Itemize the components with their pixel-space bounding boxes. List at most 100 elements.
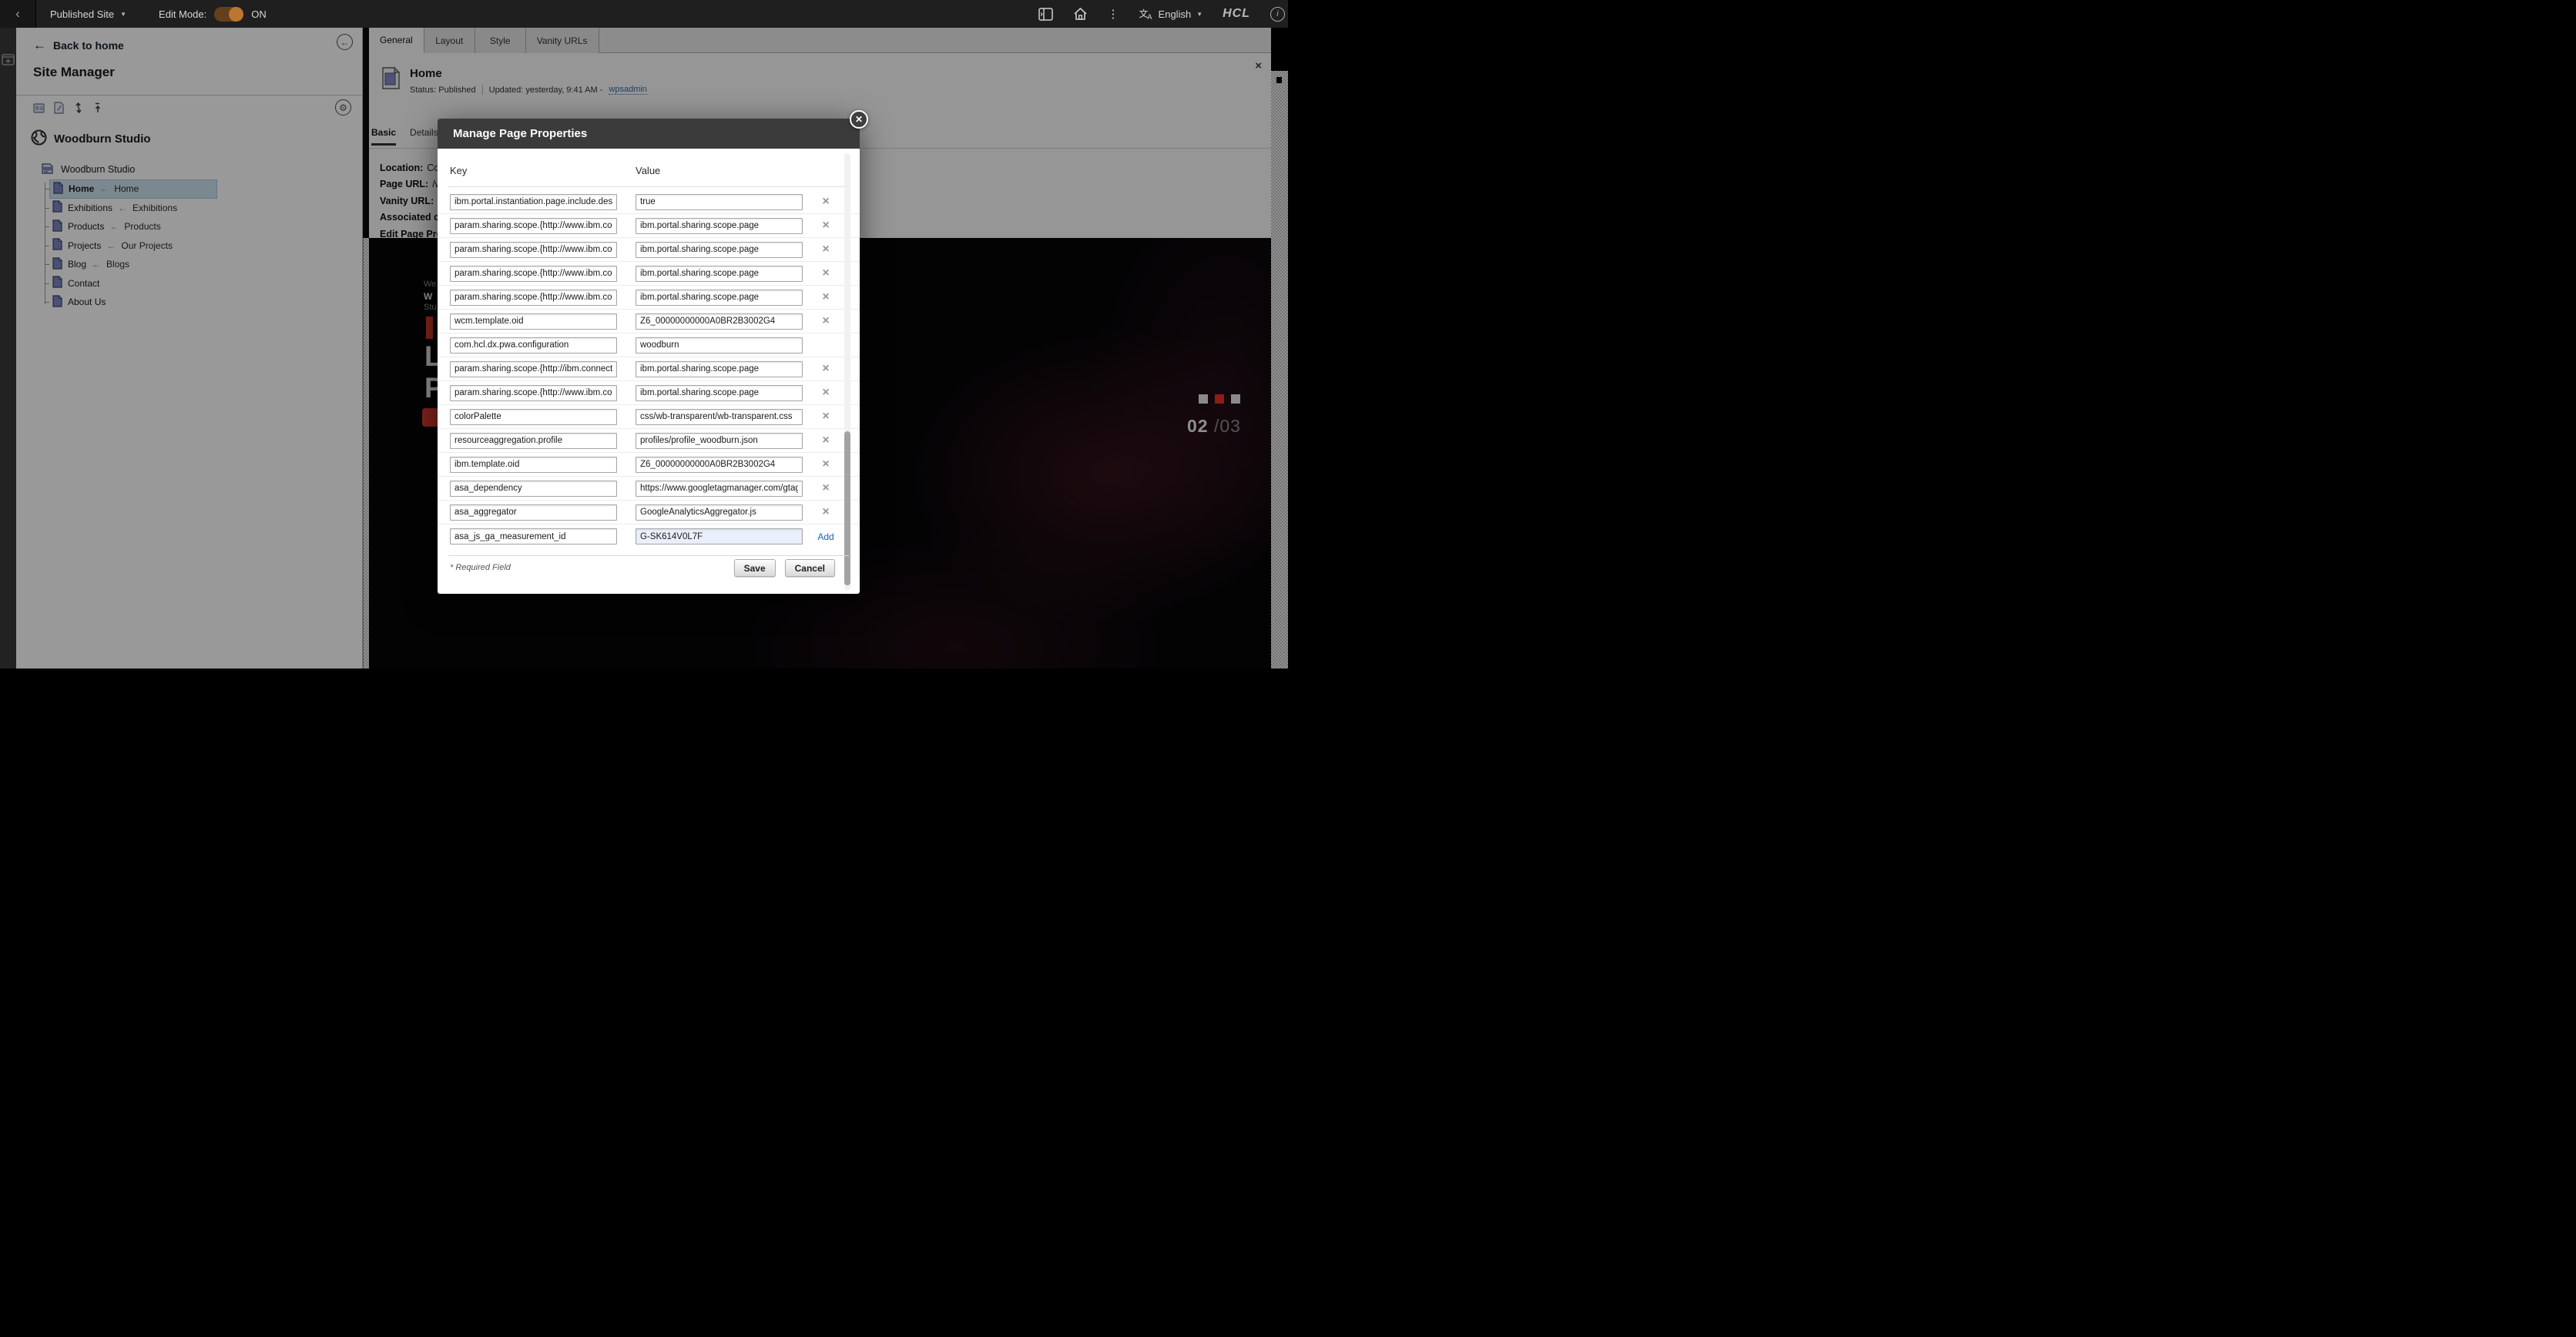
value-column-header: Value	[636, 165, 660, 176]
remove-row-icon[interactable]: ×	[822, 386, 829, 399]
remove-row-icon[interactable]: ×	[822, 290, 829, 303]
remove-row-icon[interactable]: ×	[822, 434, 829, 447]
value-input[interactable]	[636, 481, 803, 497]
key-input[interactable]	[450, 385, 617, 401]
remove-row-icon[interactable]: ×	[822, 505, 829, 518]
value-input[interactable]	[636, 361, 803, 377]
top-bar-right: ⋮ 文A English ▼ HCL i	[1038, 7, 1288, 22]
row-action: ×	[803, 505, 849, 519]
key-column-header: Key	[450, 165, 636, 176]
edit-mode-toggle[interactable]	[214, 7, 243, 22]
top-bar: ‹ Published Site ▼ Edit Mode: ON ⋮ 文A En…	[0, 0, 1288, 28]
column-headers: Key Value	[450, 165, 844, 176]
value-input[interactable]	[636, 409, 803, 425]
row-action: ×	[803, 219, 849, 233]
row-action: ×	[803, 314, 849, 328]
dialog-scrollbar-thumb[interactable]	[844, 431, 850, 585]
dialog-buttons: Save Cancel	[734, 559, 835, 577]
value-input[interactable]	[636, 290, 803, 306]
row-action: ×	[803, 410, 849, 424]
home-icon[interactable]	[1073, 7, 1088, 21]
remove-row-icon[interactable]: ×	[822, 266, 829, 280]
value-input[interactable]	[636, 337, 803, 354]
key-input[interactable]	[450, 457, 617, 473]
cancel-button[interactable]: Cancel	[785, 559, 835, 577]
remove-row-icon[interactable]: ×	[822, 481, 829, 494]
kv-row: ×	[438, 357, 860, 381]
kv-row: ×	[438, 262, 860, 286]
row-action: Add	[803, 530, 849, 544]
kv-row: ×	[438, 214, 860, 238]
chevron-down-icon: ▼	[1196, 11, 1202, 18]
row-action: ×	[803, 362, 849, 376]
remove-row-icon[interactable]: ×	[822, 410, 829, 423]
kebab-menu-icon[interactable]: ⋮	[1108, 7, 1119, 21]
value-input[interactable]	[636, 504, 803, 521]
value-input[interactable]	[636, 433, 803, 449]
key-input[interactable]	[450, 481, 617, 497]
value-input[interactable]	[636, 385, 803, 401]
key-input[interactable]	[450, 218, 617, 234]
kv-row: ×	[438, 453, 860, 477]
kv-row	[438, 333, 860, 357]
hcl-logo: HCL	[1223, 7, 1250, 21]
close-icon: ✕	[855, 114, 863, 125]
value-input[interactable]	[636, 457, 803, 473]
remove-row-icon[interactable]: ×	[822, 195, 829, 208]
info-icon[interactable]: i	[1270, 7, 1285, 22]
key-input[interactable]	[450, 194, 617, 210]
chevron-left-icon: ‹	[15, 6, 20, 22]
key-input[interactable]	[450, 290, 617, 306]
key-input[interactable]	[450, 504, 617, 521]
kv-row: ×	[438, 310, 860, 333]
key-input[interactable]	[450, 528, 617, 545]
value-input[interactable]	[636, 528, 803, 545]
value-input[interactable]	[636, 242, 803, 258]
key-input[interactable]	[450, 242, 617, 258]
row-action: ×	[803, 386, 849, 400]
add-row-link[interactable]: Add	[817, 531, 834, 542]
key-input[interactable]	[450, 361, 617, 377]
edit-mode-label: Edit Mode:	[159, 8, 206, 20]
kv-row: ×	[438, 238, 860, 262]
value-input[interactable]	[636, 313, 803, 330]
remove-row-icon[interactable]: ×	[822, 314, 829, 327]
kv-row: ×	[438, 190, 860, 214]
remove-row-icon[interactable]: ×	[822, 457, 829, 471]
divider	[448, 186, 849, 187]
kv-row: ×	[438, 286, 860, 310]
back-chevron-button[interactable]: ‹	[0, 0, 36, 28]
row-action: ×	[803, 457, 849, 471]
side-panel-icon[interactable]	[1038, 8, 1053, 21]
value-input[interactable]	[636, 194, 803, 210]
kv-row: ×	[438, 381, 860, 405]
kv-row: ×	[438, 405, 860, 429]
value-input[interactable]	[636, 218, 803, 234]
key-input[interactable]	[450, 409, 617, 425]
row-action: ×	[803, 195, 849, 209]
row-action: ×	[803, 243, 849, 256]
value-input[interactable]	[636, 266, 803, 282]
row-action: ×	[803, 481, 849, 495]
dialog-title: Manage Page Properties	[453, 127, 587, 140]
key-input[interactable]	[450, 337, 617, 354]
site-mode-dropdown[interactable]: Published Site ▼	[50, 8, 126, 20]
row-action: ×	[803, 434, 849, 447]
site-mode-label: Published Site	[50, 8, 114, 20]
remove-row-icon[interactable]: ×	[822, 243, 829, 256]
key-input[interactable]	[450, 266, 617, 282]
save-button[interactable]: Save	[734, 559, 776, 577]
key-input[interactable]	[450, 313, 617, 330]
chevron-down-icon: ▼	[120, 11, 126, 18]
remove-row-icon[interactable]: ×	[822, 219, 829, 232]
remove-row-icon[interactable]: ×	[822, 362, 829, 375]
kv-row: ×	[438, 501, 860, 524]
kv-row: ×	[438, 477, 860, 501]
edit-mode-group: Edit Mode: ON	[159, 7, 267, 22]
screen: ‹ Published Site ▼ Edit Mode: ON ⋮ 文A En…	[0, 0, 1288, 668]
language-label: English	[1159, 8, 1192, 20]
language-selector[interactable]: 文A English ▼	[1139, 8, 1203, 21]
key-input[interactable]	[450, 433, 617, 449]
dialog-close-button[interactable]: ✕	[850, 110, 868, 129]
row-action: ×	[803, 266, 849, 280]
